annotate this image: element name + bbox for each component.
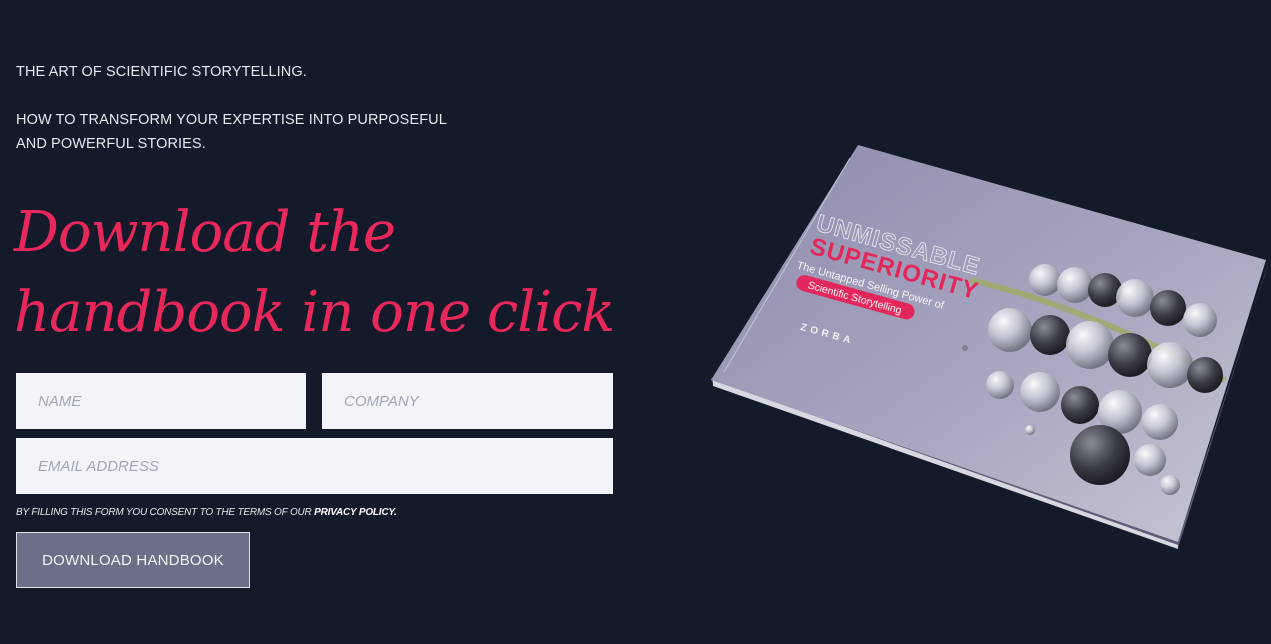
headline-line-1: Download the bbox=[14, 200, 396, 265]
page-headline: Download the handbook in one click bbox=[14, 193, 634, 353]
handbook-cover-image: UNMISSABLE SUPERIORITY The Untapped Sell… bbox=[700, 130, 1270, 560]
intro-subtitle: HOW TO TRANSFORM YOUR EXPERTISE INTO PUR… bbox=[16, 112, 447, 152]
email-field[interactable] bbox=[16, 438, 613, 494]
handbook-page: THE ART OF SCIENTIFIC STORYTELLING. HOW … bbox=[0, 0, 1271, 644]
name-field[interactable] bbox=[16, 373, 306, 429]
intro-title: THE ART OF SCIENTIFIC STORYTELLING. bbox=[16, 64, 307, 80]
privacy-policy-link[interactable]: PRIVACY POLICY. bbox=[314, 507, 397, 518]
company-field[interactable] bbox=[322, 373, 613, 429]
download-handbook-button[interactable]: DOWNLOAD HANDBOOK bbox=[16, 532, 250, 588]
consent-notice: BY FILLING THIS FORM YOU CONSENT TO THE … bbox=[16, 507, 397, 518]
book-illustration: UNMISSABLE SUPERIORITY The Untapped Sell… bbox=[711, 145, 1268, 549]
intro-text: THE ART OF SCIENTIFIC STORYTELLING. HOW … bbox=[16, 60, 456, 156]
headline-line-2: handbook in one click bbox=[14, 280, 615, 345]
consent-text: BY FILLING THIS FORM YOU CONSENT TO THE … bbox=[16, 507, 315, 518]
